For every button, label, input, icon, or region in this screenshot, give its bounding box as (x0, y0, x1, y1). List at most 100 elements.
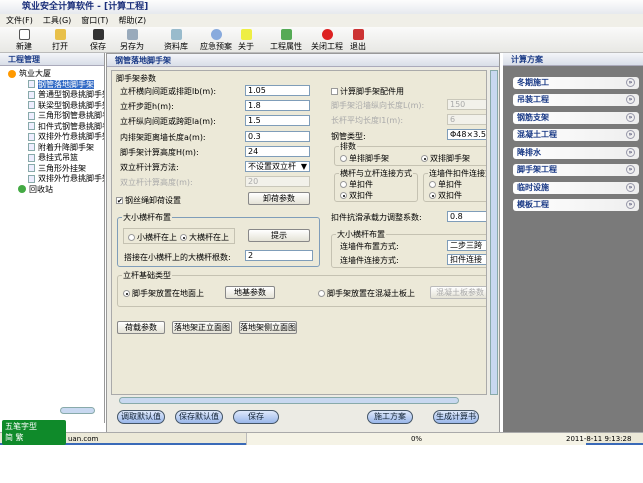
field-label: 连墙件连接方式: (340, 256, 399, 265)
project-tree: 筑业大厦 钢管落地脚手架 普通型钢悬挑脚手架 联梁型钢悬挑脚手架 三角形钢管悬挑… (0, 66, 104, 195)
save-as-icon (126, 29, 138, 40)
wall-distance-input[interactable]: 0.3 (245, 131, 310, 142)
on-ground-radio[interactable]: 脚手架放置在地面上 (123, 288, 204, 299)
menu-tools[interactable]: 工具(G) (43, 16, 71, 25)
field-label: 扣件抗滑承载力调整系数: (331, 213, 422, 222)
tree-item[interactable]: 双排外竹悬挑脚手架 (8, 132, 104, 143)
main-horizontal-scrollbar[interactable] (119, 397, 459, 404)
foundation-params-button[interactable]: 地基参数 (225, 286, 275, 299)
tree-item[interactable]: 三角形外挂架 (8, 164, 104, 175)
double-pole-select[interactable]: 不设置双立杆 ▼ (245, 161, 310, 172)
tree-item[interactable]: 钢管落地脚手架 (8, 79, 104, 91)
bar-count-input[interactable]: 2 (245, 250, 313, 261)
project-properties-button[interactable]: 工程属性 (264, 29, 308, 52)
slip-coefficient-input[interactable]: 0.8 (447, 211, 486, 222)
chevron-down-icon: » (626, 95, 635, 104)
height-input[interactable]: 24 (245, 146, 310, 157)
load-params-button[interactable]: 荷载参数 (117, 321, 165, 334)
toolbar: 新建 打开 保存 另存为 资料库 应急预案 关于 工程属性 关闭工程 退出 (0, 27, 643, 53)
menu-help[interactable]: 帮助(Z) (118, 16, 146, 25)
wall-layout-input[interactable]: 二步三跨 (447, 240, 486, 251)
exit-button[interactable]: 退出 (340, 29, 376, 52)
on-slab-radio[interactable]: 脚手架放置在混凝土板上 (318, 288, 415, 299)
plan-item[interactable]: 冬期施工» (513, 77, 639, 89)
save-params-button[interactable]: 保存 (233, 410, 279, 424)
group-label: 横杆与立杆连接方式 (339, 168, 413, 179)
window-title: 筑业安全计算软件 - [计算工程] (22, 2, 149, 12)
double-row-radio[interactable]: 双排脚手架 (421, 153, 470, 164)
document-icon (28, 90, 35, 99)
plan-item[interactable]: 降排水» (513, 147, 639, 159)
plan-item[interactable]: 模板工程» (513, 199, 639, 211)
status-datetime: 2011-8-11 9:13:28 (566, 435, 632, 443)
tree-item[interactable]: 双排外竹悬挑脚手架 (8, 174, 104, 185)
hint-button[interactable]: 提示 (248, 229, 310, 242)
bar-layout-group: 大小横杆布置 小横杆在上 大横杆在上 提示 搭接在小横杆上的大横杆根数: 2 (117, 212, 320, 267)
front-elevation-button[interactable]: 落地架正立面图 (172, 321, 232, 334)
plan-item[interactable]: 临时设施» (513, 182, 639, 194)
ime-mode: 五笔字型 (5, 422, 37, 431)
field-label: 连墙件布置方式: (340, 242, 399, 251)
radio-icon (340, 192, 347, 199)
tree-recycle-bin[interactable]: 回收站 (8, 185, 104, 196)
field-label: 长杆平均长度l1(m): (331, 116, 404, 125)
scaffold-length-input[interactable]: 150 (447, 99, 486, 110)
wall-double-radio[interactable]: 双扣件 (429, 190, 462, 201)
about-button[interactable]: 关于 (226, 29, 266, 52)
wall-connection-group: 连墙件扣件连接方式 单扣件 双扣件 (423, 168, 486, 202)
pole-transverse-spacing-input[interactable]: 1.05 (245, 85, 310, 96)
save-as-button[interactable]: 另存为 (112, 29, 152, 52)
tree-item[interactable]: 普通型钢悬挑脚手架 (8, 90, 104, 101)
chevron-down-icon: » (626, 113, 635, 122)
save-defaults-button[interactable]: 保存默认值 (175, 410, 223, 424)
single-row-radio[interactable]: 单排脚手架 (340, 153, 389, 164)
wall-single-radio[interactable]: 单扣件 (429, 179, 462, 190)
load-defaults-button[interactable]: 调取默认值 (117, 410, 165, 424)
conn-single-radio[interactable]: 单扣件 (340, 179, 373, 190)
construction-plan-button[interactable]: 施工方案 (367, 410, 413, 424)
generate-report-button[interactable]: 生成计算书 (433, 410, 479, 424)
tree-item[interactable]: 悬挂式吊篮 (8, 153, 104, 164)
tree-item[interactable]: 附着升降脚手架 (8, 143, 104, 154)
field-label: 搭接在小横杆上的大横杆根数: (124, 253, 231, 262)
connection-group: 横杆与立杆连接方式 单扣件 双扣件 (334, 168, 418, 202)
tree-item[interactable]: 扣件式钢管悬挑脚手架 (8, 122, 104, 133)
tree-root[interactable]: 筑业大厦 (8, 69, 104, 80)
slab-params-button[interactable]: 混凝土板参数 (430, 286, 486, 299)
plan-item[interactable]: 吊装工程» (513, 94, 639, 106)
emergency-icon (210, 29, 222, 40)
open-button[interactable]: 打开 (40, 29, 80, 52)
ime-toolbar[interactable]: 五笔字型 简 繁 (2, 420, 66, 445)
wall-connection-input[interactable]: 扣件连接 (447, 254, 486, 265)
plan-item[interactable]: 钢筋支架» (513, 112, 639, 124)
main-vertical-scrollbar[interactable] (490, 70, 498, 395)
plan-item[interactable]: 脚手架工程» (513, 164, 639, 176)
conn-double-radio[interactable]: 双扣件 (340, 190, 373, 201)
new-button[interactable]: 新建 (4, 29, 44, 52)
chevron-down-icon: » (626, 130, 635, 139)
small-bar-top-radio[interactable]: 小横杆在上 (128, 232, 177, 243)
library-icon (170, 29, 182, 40)
chevron-down-icon: » (626, 200, 635, 209)
library-button[interactable]: 资料库 (156, 29, 196, 52)
left-horizontal-scrollbar[interactable] (60, 407, 95, 414)
wire-rope-checkbox[interactable]: ✔ 钢丝绳卸荷设置 (116, 195, 181, 206)
plan-item[interactable]: 混凝土工程» (513, 129, 639, 141)
accessory-checkbox[interactable]: 计算脚手架配件用 (331, 86, 404, 97)
pole-step-input[interactable]: 1.8 (245, 100, 310, 111)
status-bar: uan.com 0% 2011-8-11 9:13:28 (0, 432, 643, 445)
tree-item[interactable]: 联梁型钢悬挑脚手架 (8, 101, 104, 112)
pipe-type-input[interactable]: Φ48×3.5 (447, 129, 486, 140)
unload-params-button[interactable]: 卸荷参数 (248, 192, 310, 205)
field-label: 脚手架沿墙纵向长度L(m): (331, 101, 425, 110)
bar-length-input[interactable]: 6 (447, 114, 486, 125)
close-icon (321, 29, 333, 40)
menu-window[interactable]: 窗口(T) (81, 16, 108, 25)
double-pole-height-input[interactable]: 20 (245, 176, 310, 187)
document-icon (28, 122, 35, 130)
tree-item[interactable]: 三角形钢管悬挑脚手架 (8, 111, 104, 122)
pole-longitudinal-spacing-input[interactable]: 1.5 (245, 115, 310, 126)
menu-file[interactable]: 文件(F) (6, 16, 33, 25)
side-elevation-button[interactable]: 落地架侧立面图 (239, 321, 297, 334)
large-bar-top-radio[interactable]: 大横杆在上 (180, 232, 229, 243)
